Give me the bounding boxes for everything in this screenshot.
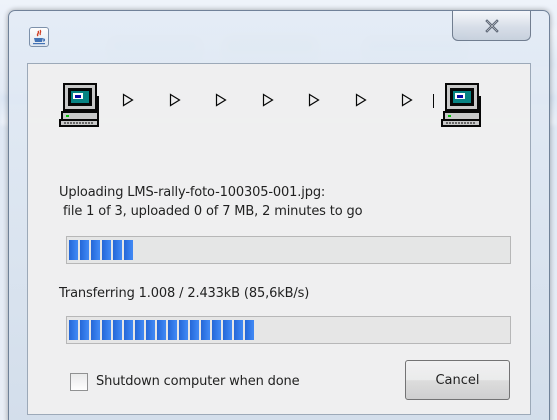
close-icon (484, 18, 499, 33)
upload-file-count-line: file 1 of 3, uploaded 0 of 7 MB, 2 minut… (63, 204, 363, 219)
screen: Uploading LMS-rally-foto-100305-001.jpg:… (0, 0, 557, 420)
shutdown-label[interactable]: Shutdown computer when done (96, 374, 300, 389)
upload-progress-dialog: Uploading LMS-rally-foto-100305-001.jpg:… (8, 10, 550, 420)
dialog-content: Uploading LMS-rally-foto-100305-001.jpg:… (27, 63, 531, 415)
destination-computer-icon (440, 82, 486, 128)
play-arrow-icon (401, 93, 413, 107)
source-computer-icon (58, 82, 104, 128)
java-cup-icon (29, 27, 49, 47)
overall-progress-bar (66, 236, 511, 264)
overall-progress-fill (69, 240, 133, 260)
upload-status-line: Uploading LMS-rally-foto-100305-001.jpg: (59, 185, 326, 200)
arrow-tail-marker (433, 94, 434, 108)
cancel-button[interactable]: Cancel (405, 360, 510, 400)
play-arrow-icon (262, 93, 274, 107)
play-arrow-icon (355, 93, 367, 107)
close-button[interactable] (452, 11, 531, 41)
title-bar (9, 11, 549, 53)
file-progress-fill (69, 320, 254, 340)
play-arrow-icon (308, 93, 320, 107)
shutdown-checkbox[interactable] (70, 373, 88, 391)
play-arrow-icon (215, 93, 227, 107)
transfer-rate-line: Transferring 1.008 / 2.433kB (85,6kB/s) (59, 286, 310, 301)
play-arrow-icon (169, 93, 181, 107)
file-progress-bar (66, 316, 511, 344)
play-arrow-icon (122, 93, 134, 107)
